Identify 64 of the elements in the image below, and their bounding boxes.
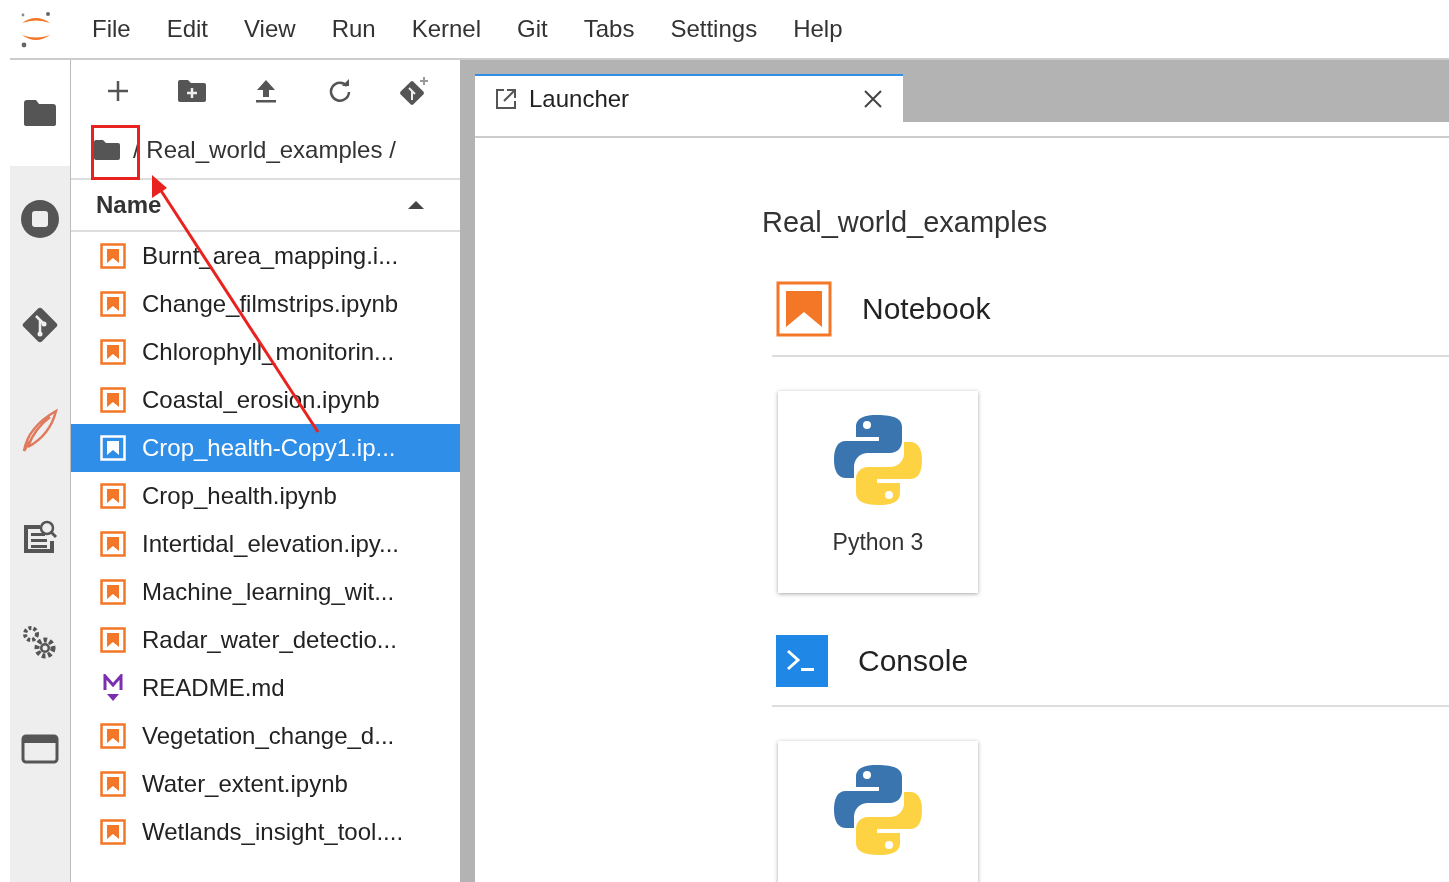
menu-item[interactable]: Kernel: [393, 15, 500, 43]
refresh-icon: [328, 79, 352, 103]
file-row[interactable]: Wetlands_insight_tool....: [71, 808, 460, 856]
notebook-icon: [776, 281, 832, 337]
file-row[interactable]: Vegetation_change_d...: [71, 712, 460, 760]
console-icon: [776, 635, 828, 687]
file-name: Intertidal_elevation.ipy...: [142, 530, 400, 558]
notebook-icon: [100, 819, 126, 845]
notebook-icon: [100, 531, 126, 557]
file-name: Crop_health.ipynb: [142, 482, 337, 510]
sidebar-tab[interactable]: [10, 60, 70, 166]
launcher-directory-title: Real_world_examples: [762, 206, 1049, 239]
property-inspector-icon: [22, 519, 58, 555]
notebook-icon: [100, 243, 126, 269]
file-name: Radar_water_detectio...: [142, 626, 397, 654]
menu-item[interactable]: Edit: [148, 15, 227, 43]
menu-item[interactable]: Settings: [652, 15, 776, 43]
python-logo-icon: [832, 763, 924, 857]
file-name: Vegetation_change_d...: [142, 722, 395, 750]
name-column-header[interactable]: Name: [96, 191, 162, 219]
menu-item[interactable]: Run: [313, 15, 394, 43]
file-row[interactable]: README.md: [71, 664, 460, 712]
launcher-tab[interactable]: Launcher: [475, 74, 903, 122]
plus-icon: [107, 80, 129, 102]
notebook-icon: [100, 435, 126, 461]
file-row[interactable]: Radar_water_detectio...: [71, 616, 460, 664]
file-row[interactable]: Intertidal_elevation.ipy...: [71, 520, 460, 568]
git-plus-icon: [398, 76, 430, 106]
sort-caret-icon[interactable]: [407, 200, 425, 210]
menu-item[interactable]: File: [74, 15, 149, 43]
file-name: Wetlands_insight_tool....: [142, 818, 404, 846]
folder-plus-icon: [177, 79, 207, 103]
home-folder-icon[interactable]: [93, 139, 121, 161]
section-title: Console: [858, 644, 969, 678]
annotation-box: [91, 125, 140, 180]
file-row[interactable]: Machine_learning_wit...: [71, 568, 460, 616]
notebook-icon: [100, 627, 126, 653]
file-name: README.md: [142, 674, 285, 702]
kernel-card[interactable]: Python 3: [778, 391, 978, 593]
notebook-icon: [100, 723, 126, 749]
python-logo-icon: [832, 413, 924, 507]
notebook-icon: [100, 579, 126, 605]
notebook-icon: [100, 339, 126, 365]
file-row[interactable]: Water_extent.ipynb: [71, 760, 460, 808]
menu-item[interactable]: Tabs: [565, 15, 653, 43]
menu-item[interactable]: View: [226, 15, 314, 43]
notebook-icon: [100, 387, 126, 413]
menu-item[interactable]: Git: [499, 15, 566, 43]
notebook-icon: [100, 771, 126, 797]
upload-icon: [255, 79, 277, 103]
file-name: Crop_health-Copy1.ip...: [142, 434, 396, 462]
menu-item[interactable]: Help: [775, 15, 861, 43]
close-icon[interactable]: [863, 89, 883, 109]
settings-icon: [22, 625, 58, 661]
notebook-icon: [100, 483, 126, 509]
window-icon: [21, 734, 59, 764]
section-title: Notebook: [862, 292, 991, 326]
external-link-icon: [495, 88, 517, 110]
file-name: Water_extent.ipynb: [142, 770, 348, 798]
notebook-icon: [100, 291, 126, 317]
file-row[interactable]: Crop_health.ipynb: [71, 472, 460, 520]
stop-circle-icon: [20, 199, 60, 239]
folder-icon: [23, 99, 57, 127]
file-name: Machine_learning_wit...: [142, 578, 395, 606]
